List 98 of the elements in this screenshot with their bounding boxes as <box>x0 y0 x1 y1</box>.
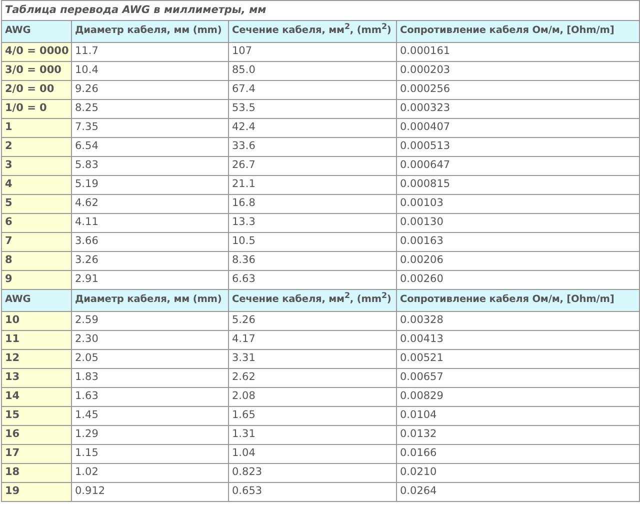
table-cell: 1.04 <box>228 444 396 464</box>
gauge-cell: 18 <box>2 464 72 482</box>
table-cell: 3.26 <box>72 252 228 270</box>
table-cell: 0.0166 <box>396 444 640 464</box>
table-cell: 2.59 <box>72 312 228 330</box>
gauge-cell: 14 <box>2 388 72 406</box>
table-cell: 26.7 <box>228 156 396 176</box>
table-cell: 0.000815 <box>396 176 640 194</box>
gauge-cell: 2 <box>2 138 72 156</box>
gauge-cell: 4/0 = 0000 <box>2 42 72 62</box>
table-cell: 6.54 <box>72 138 228 156</box>
table-cell: 0.00521 <box>396 350 640 368</box>
table-cell: 5.26 <box>228 312 396 330</box>
table-cell: 0.0104 <box>396 406 640 426</box>
gauge-cell: 1 <box>2 118 72 138</box>
table-cell: 85.0 <box>228 62 396 80</box>
table-cell: 1.45 <box>72 406 228 426</box>
table-cell: 10.5 <box>228 232 396 252</box>
table-title: Таблица перевода AWG в миллиметры, мм <box>2 0 640 20</box>
table-cell: 1.29 <box>72 426 228 444</box>
table-cell: 4.17 <box>228 330 396 350</box>
table-cell: 11.7 <box>72 42 228 62</box>
column-header: Диаметр кабеля, мм (mm) <box>72 290 228 312</box>
gauge-cell: 11 <box>2 330 72 350</box>
table-cell: 10.4 <box>72 62 228 80</box>
table-cell: 0.00163 <box>396 232 640 252</box>
gauge-cell: 17 <box>2 444 72 464</box>
table-cell: 1.65 <box>228 406 396 426</box>
table-cell: 5.83 <box>72 156 228 176</box>
table-cell: 1.63 <box>72 388 228 406</box>
table-cell: 4.62 <box>72 194 228 214</box>
table-cell: 21.1 <box>228 176 396 194</box>
table-cell: 0.000203 <box>396 62 640 80</box>
table-cell: 0.000513 <box>396 138 640 156</box>
column-header: Сопротивление кабеля Ом/м, [Ohm/m] <box>396 20 640 42</box>
gauge-cell: 8 <box>2 252 72 270</box>
column-header: Сопротивление кабеля Ом/м, [Ohm/m] <box>396 290 640 312</box>
table-cell: 0.653 <box>228 482 396 502</box>
table-cell: 67.4 <box>228 80 396 100</box>
table-cell: 0.000647 <box>396 156 640 176</box>
gauge-cell: 5 <box>2 194 72 214</box>
gauge-cell: 15 <box>2 406 72 426</box>
column-header: Сечение кабеля, мм$^{2}$, (mm$^{2}$) <box>228 20 396 42</box>
table-cell: 2.05 <box>72 350 228 368</box>
table-cell: 0.000161 <box>396 42 640 62</box>
table-cell: 1.31 <box>228 426 396 444</box>
gauge-cell: 6 <box>2 214 72 232</box>
table-cell: 0.00413 <box>396 330 640 350</box>
table-cell: 0.823 <box>228 464 396 482</box>
table-cell: 0.00206 <box>396 252 640 270</box>
table-cell: 0.00328 <box>396 312 640 330</box>
table-cell: 2.08 <box>228 388 396 406</box>
column-header: Сечение кабеля, мм$^{2}$, (mm$^{2}$) <box>228 290 396 312</box>
gauge-cell: 13 <box>2 368 72 388</box>
table-cell: 8.25 <box>72 100 228 118</box>
table-cell: 33.6 <box>228 138 396 156</box>
column-header: AWG <box>2 290 72 312</box>
gauge-cell: 16 <box>2 426 72 444</box>
column-header: AWG <box>2 20 72 42</box>
gauge-cell: 19 <box>2 482 72 502</box>
table-cell: 0.0264 <box>396 482 640 502</box>
gauge-cell: 1/0 = 0 <box>2 100 72 118</box>
table-cell: 0.0210 <box>396 464 640 482</box>
table-cell: 3.31 <box>228 350 396 368</box>
table-cell: 0.00657 <box>396 368 640 388</box>
gauge-cell: 10 <box>2 312 72 330</box>
table-cell: 107 <box>228 42 396 62</box>
gauge-cell: 12 <box>2 350 72 368</box>
table-cell: 13.3 <box>228 214 396 232</box>
table-cell: 0.000323 <box>396 100 640 118</box>
table-cell: 0.000407 <box>396 118 640 138</box>
gauge-cell: 4 <box>2 176 72 194</box>
table-cell: 2.62 <box>228 368 396 388</box>
table-cell: 1.02 <box>72 464 228 482</box>
table-cell: 1.83 <box>72 368 228 388</box>
table-cell: 9.26 <box>72 80 228 100</box>
table-cell: 42.4 <box>228 118 396 138</box>
table-cell: 7.35 <box>72 118 228 138</box>
table-cell: 1.15 <box>72 444 228 464</box>
table-cell: 4.11 <box>72 214 228 232</box>
gauge-cell: 7 <box>2 232 72 252</box>
table-cell: 0.000256 <box>396 80 640 100</box>
table-cell: 0.00829 <box>396 388 640 406</box>
gauge-cell: 9 <box>2 270 72 290</box>
gauge-cell: 2/0 = 00 <box>2 80 72 100</box>
gauge-cell: 3 <box>2 156 72 176</box>
table-cell: 0.00103 <box>396 194 640 214</box>
table-cell: 0.912 <box>72 482 228 502</box>
table-cell: 0.0132 <box>396 426 640 444</box>
table-cell: 2.30 <box>72 330 228 350</box>
table-cell: 0.00130 <box>396 214 640 232</box>
table-cell: 53.5 <box>228 100 396 118</box>
table-cell: 5.19 <box>72 176 228 194</box>
column-header: Диаметр кабеля, мм (mm) <box>72 20 228 42</box>
table-cell: 3.66 <box>72 232 228 252</box>
table-cell: 8.36 <box>228 252 396 270</box>
gauge-cell: 3/0 = 000 <box>2 62 72 80</box>
table-cell: 16.8 <box>228 194 396 214</box>
